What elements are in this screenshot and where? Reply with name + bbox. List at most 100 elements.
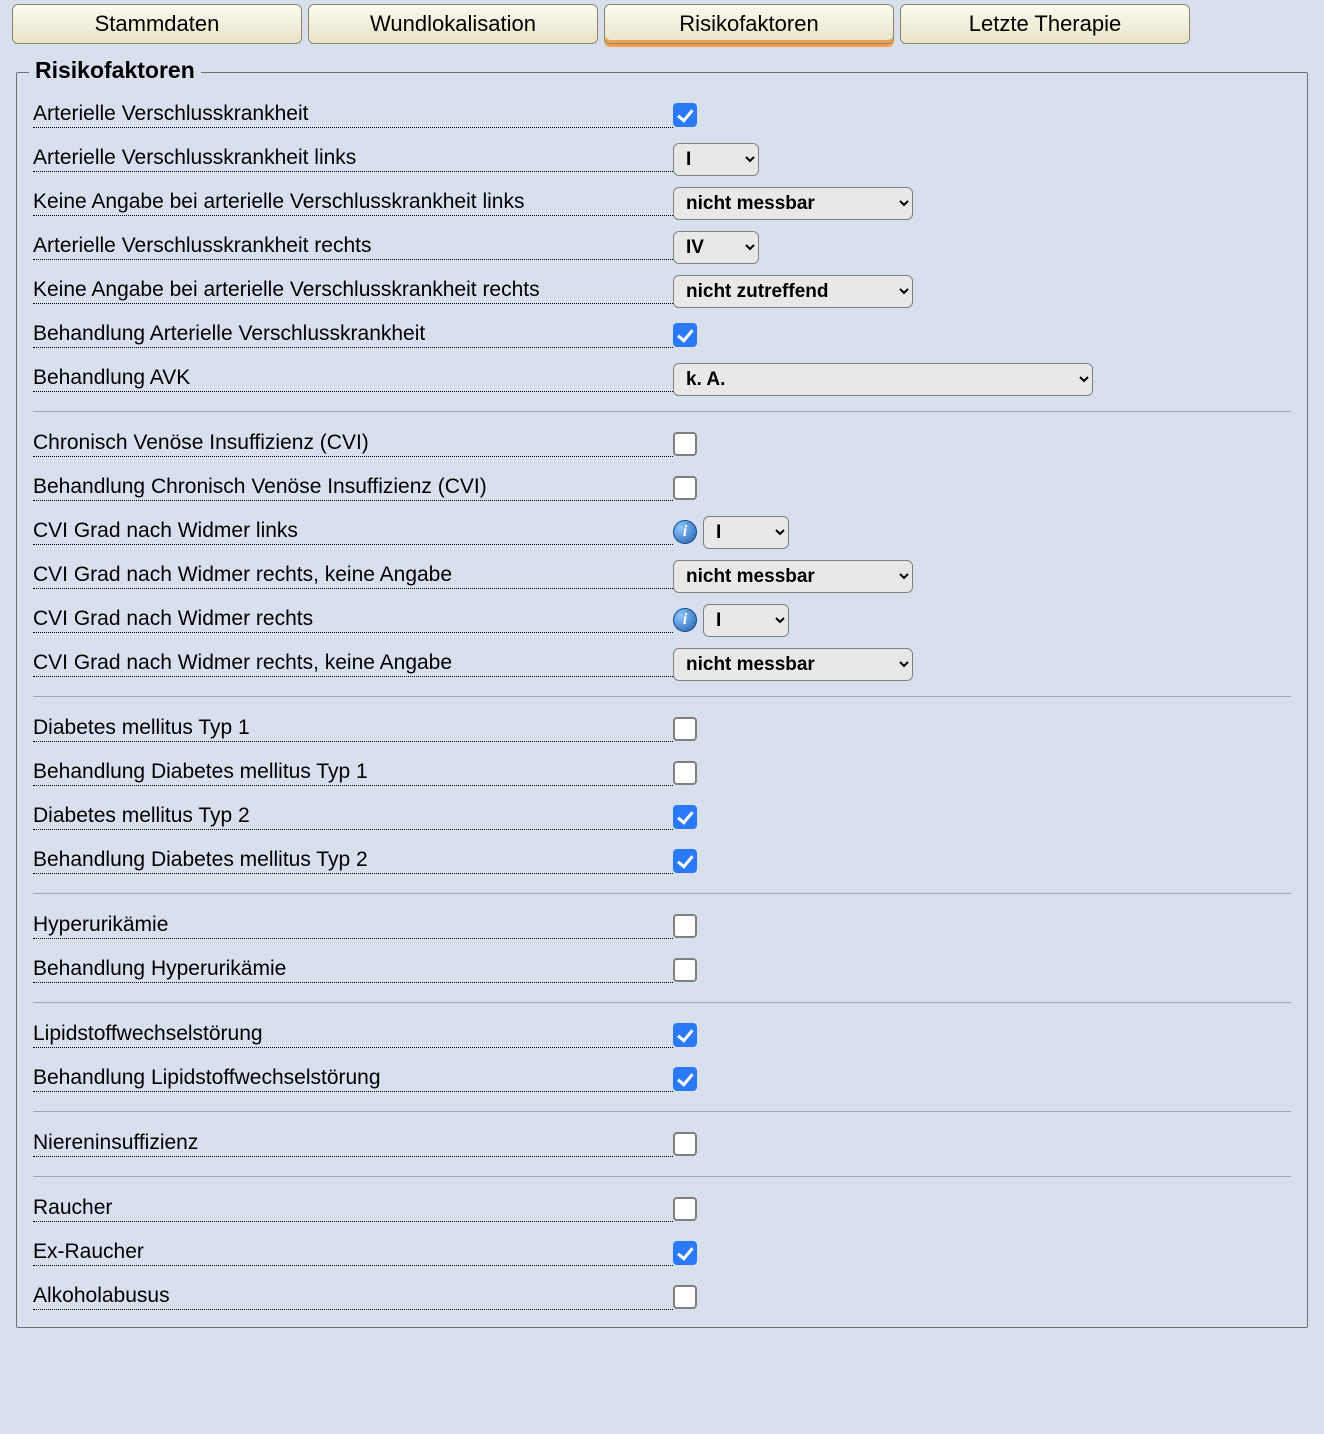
form-row: Behandlung Diabetes mellitus Typ 2: [33, 839, 1291, 883]
form-row: Diabetes mellitus Typ 2: [33, 795, 1291, 839]
form-row: Lipidstoffwechselstörung: [33, 1013, 1291, 1057]
checkbox[interactable]: [673, 958, 697, 982]
risikofaktoren-fieldset: Risikofaktoren Arterielle Verschlusskran…: [16, 72, 1308, 1328]
checkbox[interactable]: [673, 323, 697, 347]
form-row: Ex-Raucher: [33, 1231, 1291, 1275]
form-row: CVI Grad nach Widmer rechts, keine Angab…: [33, 554, 1291, 598]
form-row: Behandlung Chronisch Venöse Insuffizienz…: [33, 466, 1291, 510]
form-row: Behandlung AVKk. A.: [33, 357, 1291, 401]
field-control: [673, 761, 1291, 785]
field-control: [673, 1067, 1291, 1091]
field-control: [673, 1285, 1291, 1309]
checkbox[interactable]: [673, 717, 697, 741]
form-row: Hyperurikämie: [33, 904, 1291, 948]
checkbox[interactable]: [673, 1285, 697, 1309]
field-control: [673, 849, 1291, 873]
field-control: nicht zutreffendnicht messbar: [673, 275, 1291, 308]
field-control: [673, 958, 1291, 982]
field-label: Chronisch Venöse Insuffizienz (CVI): [33, 431, 673, 457]
tab-3[interactable]: Letzte Therapie: [900, 4, 1190, 44]
field-label: Behandlung Hyperurikämie: [33, 957, 673, 983]
field-label: CVI Grad nach Widmer rechts, keine Angab…: [33, 651, 673, 677]
tab-0[interactable]: Stammdaten: [12, 4, 302, 44]
field-label: Niereninsuffizienz: [33, 1131, 673, 1157]
checkbox[interactable]: [673, 849, 697, 873]
select[interactable]: IIIIIIIV: [673, 231, 759, 264]
form-row: Keine Angabe bei arterielle Verschlusskr…: [33, 181, 1291, 225]
field-control: [673, 323, 1291, 347]
field-label: Alkoholabusus: [33, 1284, 673, 1310]
field-control: nicht messbarnicht zutreffend: [673, 560, 1291, 593]
form-row: Behandlung Lipidstoffwechselstörung: [33, 1057, 1291, 1101]
form-row: Chronisch Venöse Insuffizienz (CVI): [33, 422, 1291, 466]
field-control: nicht messbarnicht zutreffend: [673, 648, 1291, 681]
checkbox[interactable]: [673, 1241, 697, 1265]
checkbox[interactable]: [673, 1067, 697, 1091]
form-row: CVI Grad nach Widmer rechtsiIIIIIIIV: [33, 598, 1291, 642]
field-label: CVI Grad nach Widmer links: [33, 519, 673, 545]
form-row: Keine Angabe bei arterielle Verschlusskr…: [33, 269, 1291, 313]
form-row: Niereninsuffizienz: [33, 1122, 1291, 1166]
field-label: Behandlung Diabetes mellitus Typ 2: [33, 848, 673, 874]
checkbox[interactable]: [673, 476, 697, 500]
field-control: IIIIIIIV: [673, 143, 1291, 176]
select[interactable]: nicht messbarnicht zutreffend: [673, 648, 913, 681]
checkbox[interactable]: [673, 1023, 697, 1047]
field-label: Arterielle Verschlusskrankheit links: [33, 146, 673, 172]
field-label: Raucher: [33, 1196, 673, 1222]
tab-1[interactable]: Wundlokalisation: [308, 4, 598, 44]
field-control: [673, 1197, 1291, 1221]
field-label: Lipidstoffwechselstörung: [33, 1022, 673, 1048]
field-label: Keine Angabe bei arterielle Verschlusskr…: [33, 190, 673, 216]
checkbox[interactable]: [673, 761, 697, 785]
checkbox[interactable]: [673, 432, 697, 456]
field-control: [673, 717, 1291, 741]
form-row: Behandlung Hyperurikämie: [33, 948, 1291, 992]
field-control: [673, 103, 1291, 127]
select[interactable]: nicht messbarnicht zutreffend: [673, 187, 913, 220]
separator: [33, 1111, 1291, 1112]
checkbox[interactable]: [673, 805, 697, 829]
select[interactable]: nicht messbarnicht zutreffend: [673, 560, 913, 593]
select[interactable]: k. A.: [673, 363, 1093, 396]
checkbox[interactable]: [673, 103, 697, 127]
checkbox[interactable]: [673, 1132, 697, 1156]
info-icon[interactable]: i: [673, 608, 697, 632]
select[interactable]: nicht zutreffendnicht messbar: [673, 275, 913, 308]
field-label: Behandlung AVK: [33, 366, 673, 392]
select[interactable]: IIIIIIIV: [703, 604, 789, 637]
field-control: [673, 914, 1291, 938]
field-label: Behandlung Lipidstoffwechselstörung: [33, 1066, 673, 1092]
info-icon[interactable]: i: [673, 520, 697, 544]
separator: [33, 1002, 1291, 1003]
field-control: k. A.: [673, 363, 1291, 396]
fieldset-legend: Risikofaktoren: [29, 57, 201, 84]
separator: [33, 1176, 1291, 1177]
form-body: Arterielle Verschlusskrankheit Arterielle…: [33, 93, 1291, 1319]
select[interactable]: IIIIIIIV: [673, 143, 759, 176]
field-label: Arterielle Verschlusskrankheit: [33, 102, 673, 128]
field-control: [673, 1023, 1291, 1047]
field-control: nicht messbarnicht zutreffend: [673, 187, 1291, 220]
field-control: [673, 1241, 1291, 1265]
field-label: CVI Grad nach Widmer rechts: [33, 607, 673, 633]
field-label: Diabetes mellitus Typ 2: [33, 804, 673, 830]
field-label: Behandlung Chronisch Venöse Insuffizienz…: [33, 475, 673, 501]
field-label: Diabetes mellitus Typ 1: [33, 716, 673, 742]
form-row: Arterielle Verschlusskrankheit: [33, 93, 1291, 137]
form-row: Behandlung Diabetes mellitus Typ 1: [33, 751, 1291, 795]
checkbox[interactable]: [673, 1197, 697, 1221]
form-row: Raucher: [33, 1187, 1291, 1231]
field-control: IIIIIIIV: [673, 231, 1291, 264]
form-row: Behandlung Arterielle Verschlusskrankhei…: [33, 313, 1291, 357]
field-label: Arterielle Verschlusskrankheit rechts: [33, 234, 673, 260]
separator: [33, 411, 1291, 412]
field-label: Behandlung Diabetes mellitus Typ 1: [33, 760, 673, 786]
checkbox[interactable]: [673, 914, 697, 938]
field-control: [673, 1132, 1291, 1156]
form-row: CVI Grad nach Widmer rechts, keine Angab…: [33, 642, 1291, 686]
separator: [33, 893, 1291, 894]
select[interactable]: IIIIIIIV: [703, 516, 789, 549]
tab-2[interactable]: Risikofaktoren: [604, 4, 894, 44]
field-label: Behandlung Arterielle Verschlusskrankhei…: [33, 322, 673, 348]
